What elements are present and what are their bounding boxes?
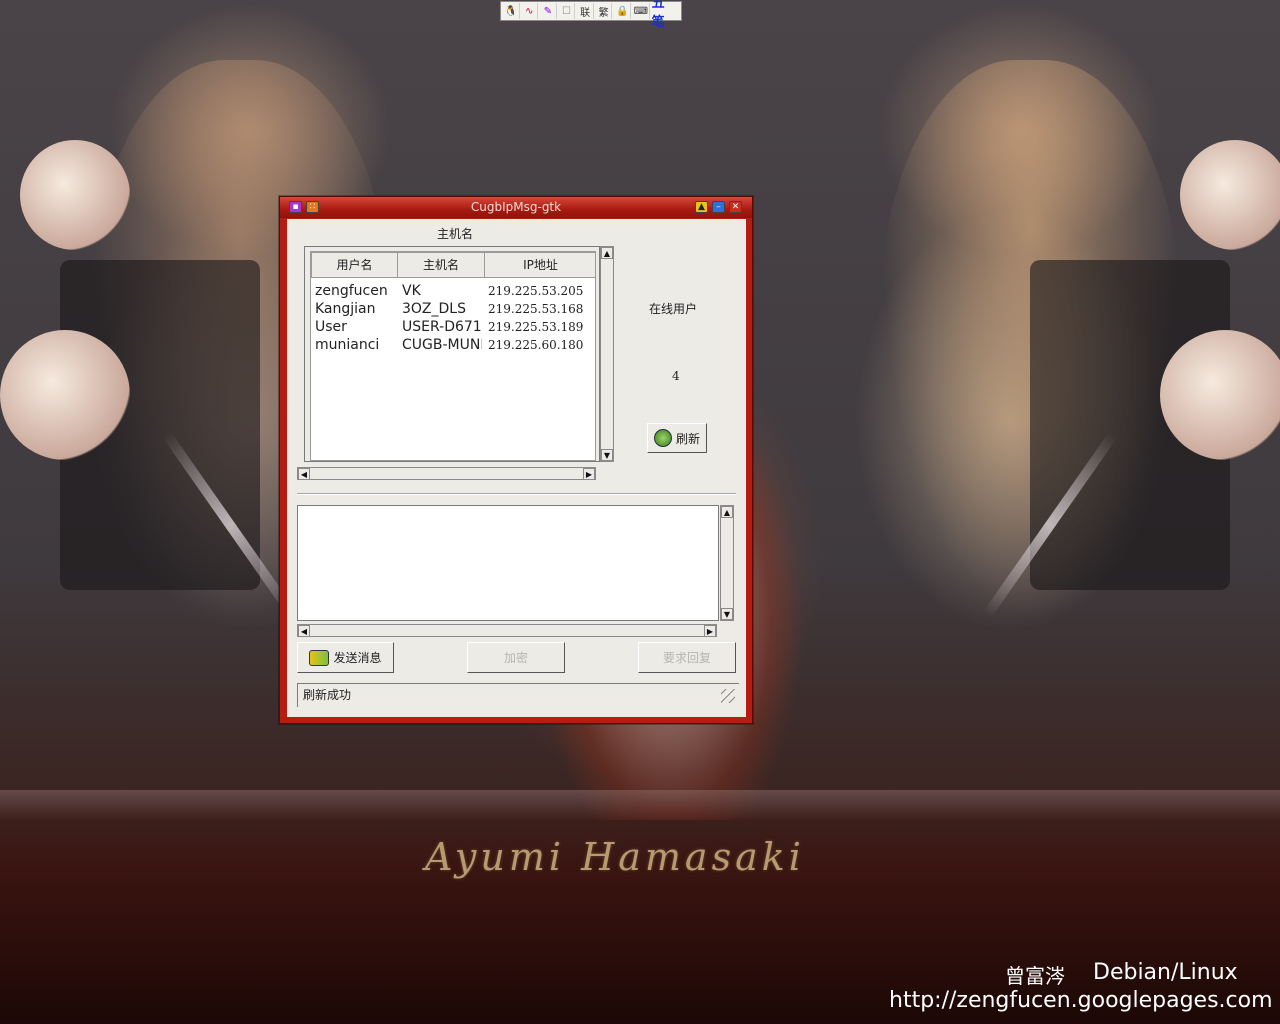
cell-user: zengfucen xyxy=(315,283,388,299)
user-list-hscrollbar[interactable]: ◀ ▶ xyxy=(297,467,596,480)
window-minimize-icon[interactable]: – xyxy=(712,201,725,213)
lian-icon[interactable]: 联 xyxy=(577,3,594,19)
desktop: 🐧 ∿ ✎ ☐ 联 繁 🔒 ⌨ 五笔 ▪ ∷ CugbIpMsg-gtk ▲ –… xyxy=(0,0,1280,1024)
keyboard-icon[interactable]: ⌨ xyxy=(633,3,650,19)
encrypt-button[interactable]: 加密 xyxy=(467,642,565,673)
cell-user: munianci xyxy=(315,337,380,353)
wallpaper-lily-right-1 xyxy=(1180,140,1280,250)
lock-icon[interactable]: 🔒 xyxy=(614,3,632,19)
penguin-icon[interactable]: 🐧 xyxy=(503,3,520,19)
cell-user: User xyxy=(315,319,347,335)
refresh-icon xyxy=(653,429,672,447)
user-list[interactable]: 用户名 主机名 IP地址 zengfucen VK 219.225.53.205… xyxy=(310,251,596,461)
app-window: ▪ ∷ CugbIpMsg-gtk ▲ – ✕ 主机名 用户名 主机名 IP地址… xyxy=(279,196,753,724)
wallpaper-lily-left-2 xyxy=(0,330,130,460)
resize-grip-icon[interactable] xyxy=(721,689,735,703)
credit-os: Debian/Linux xyxy=(1093,960,1238,985)
refresh-button[interactable]: 刷新 xyxy=(647,423,707,453)
scroll-up-icon[interactable]: ▲ xyxy=(721,506,733,518)
cell-host: USER-D671 xyxy=(402,319,482,335)
window-titlebar[interactable]: ▪ ∷ CugbIpMsg-gtk ▲ – ✕ xyxy=(280,197,752,218)
fan-icon[interactable]: 繁 xyxy=(596,3,613,19)
message-textarea[interactable] xyxy=(297,505,719,621)
window-close-icon[interactable]: ✕ xyxy=(729,201,742,213)
table-row[interactable]: User USER-D671 219.225.53.189 xyxy=(311,319,595,337)
punctuation-icon[interactable]: ☐ xyxy=(559,3,576,19)
status-bar: 刷新成功 xyxy=(297,683,739,707)
cell-user: Kangjian xyxy=(315,301,376,317)
window-shade-icon[interactable]: ▲ xyxy=(695,201,708,213)
request-reply-button[interactable]: 要求回复 xyxy=(638,642,736,673)
table-row[interactable]: zengfucen VK 219.225.53.205 xyxy=(311,283,595,301)
refresh-button-label: 刷新 xyxy=(675,431,700,446)
message-hscrollbar[interactable]: ◀ ▶ xyxy=(297,624,717,637)
wallpaper-lily-right-2 xyxy=(1160,330,1280,460)
credit-name: 曾富涔 xyxy=(1005,964,1065,988)
user-list-frame: 用户名 主机名 IP地址 zengfucen VK 219.225.53.205… xyxy=(304,246,600,462)
wallpaper-lily-left-1 xyxy=(20,140,130,250)
table-row[interactable]: Kangjian 3OZ_DLS 219.225.53.168 xyxy=(311,301,595,319)
cell-host: VK xyxy=(402,283,421,299)
encrypt-button-label: 加密 xyxy=(503,651,528,665)
column-header-user[interactable]: 用户名 xyxy=(311,252,398,278)
column-header-host[interactable]: 主机名 xyxy=(397,252,485,278)
window-client: 主机名 用户名 主机名 IP地址 zengfucen VK 219.225.53… xyxy=(287,219,746,717)
online-users-label: 在线用户 xyxy=(649,302,698,316)
scroll-down-icon[interactable]: ▼ xyxy=(601,449,613,461)
request-reply-button-label: 要求回复 xyxy=(662,651,711,665)
credit-url: http://zengfucen.googlepages.com xyxy=(889,988,1273,1013)
column-header-ip[interactable]: IP地址 xyxy=(484,252,595,278)
scroll-down-icon[interactable]: ▼ xyxy=(721,608,733,620)
cell-ip: 219.225.53.168 xyxy=(488,302,584,316)
cell-host: 3OZ_DLS xyxy=(402,301,466,317)
user-list-vscrollbar[interactable]: ▲ ▼ xyxy=(600,246,614,462)
scroll-right-icon[interactable]: ▶ xyxy=(704,625,716,637)
cell-ip: 219.225.53.205 xyxy=(488,284,584,298)
wallpaper-table-edge xyxy=(0,790,1280,820)
send-icon xyxy=(309,649,330,666)
message-vscrollbar[interactable]: ▲ ▼ xyxy=(720,505,734,621)
send-message-button[interactable]: 发送消息 xyxy=(297,642,394,673)
brush-icon[interactable]: ✎ xyxy=(540,3,557,19)
scroll-up-icon[interactable]: ▲ xyxy=(601,247,613,259)
scroll-left-icon[interactable]: ◀ xyxy=(298,625,310,637)
online-users-count: 4 xyxy=(672,369,680,383)
ime-dots-icon[interactable]: ∿ xyxy=(522,3,539,19)
wallpaper-signature: Ayumi Hamasaki xyxy=(425,835,805,879)
ime-mode-label[interactable]: 五笔 xyxy=(652,0,679,30)
send-message-button-label: 发送消息 xyxy=(333,651,382,665)
table-row[interactable]: munianci CUGB-MUNI 219.225.60.180 xyxy=(311,337,595,355)
status-text: 刷新成功 xyxy=(303,688,352,702)
ime-toolbar[interactable]: 🐧 ∿ ✎ ☐ 联 繁 🔒 ⌨ 五笔 xyxy=(500,0,682,30)
host-label: 主机名 xyxy=(437,227,474,241)
cell-ip: 219.225.60.180 xyxy=(488,338,584,352)
scroll-right-icon[interactable]: ▶ xyxy=(583,468,595,480)
cell-ip: 219.225.53.189 xyxy=(488,320,584,334)
separator xyxy=(297,493,736,495)
scroll-left-icon[interactable]: ◀ xyxy=(298,468,310,480)
window-title: CugbIpMsg-gtk xyxy=(470,200,562,214)
cell-host: CUGB-MUNI xyxy=(402,337,482,353)
